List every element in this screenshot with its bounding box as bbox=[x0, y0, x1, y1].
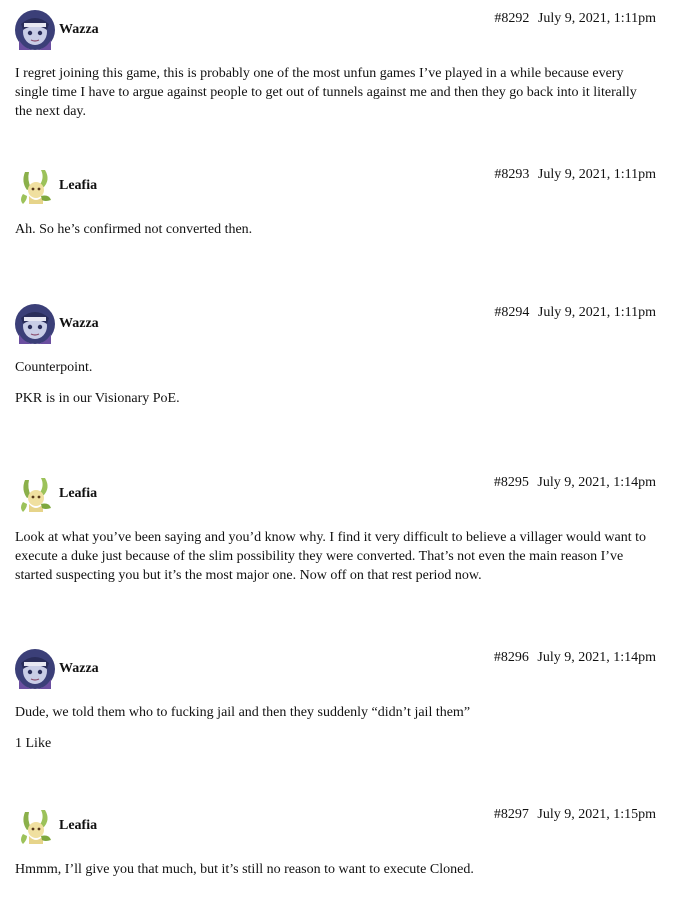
post-meta: #8292 July 9, 2021, 1:11pm bbox=[494, 10, 656, 28]
post-paragraph: PKR is in our Visionary PoE. bbox=[15, 391, 180, 406]
wazza-avatar[interactable] bbox=[15, 10, 55, 50]
leafia-avatar[interactable] bbox=[15, 474, 55, 514]
post-body: Look at what you’ve been saying and you’… bbox=[15, 528, 656, 597]
post-paragraph: I regret joining this game, this is prob… bbox=[15, 66, 637, 119]
post-username[interactable]: Leafia bbox=[59, 485, 97, 503]
like-count[interactable]: 1 Like bbox=[15, 734, 656, 753]
post-date: July 9, 2021, 1:15pm bbox=[537, 807, 656, 822]
post-number-link[interactable]: #8294 bbox=[494, 305, 529, 320]
post-date: July 9, 2021, 1:14pm bbox=[537, 650, 656, 665]
post-meta: #8294 July 9, 2021, 1:11pm bbox=[494, 304, 656, 322]
post-username[interactable]: Leafia bbox=[59, 177, 97, 195]
post-meta: #8295 July 9, 2021, 1:14pm bbox=[494, 474, 656, 492]
leafia-avatar[interactable] bbox=[15, 166, 55, 206]
post-username[interactable]: Wazza bbox=[59, 21, 99, 39]
post-date: July 9, 2021, 1:11pm bbox=[537, 11, 656, 26]
post-number-link[interactable]: #8297 bbox=[494, 807, 529, 822]
post-body: Hmmm, I’ll give you that much, but it’s … bbox=[15, 860, 656, 891]
wazza-avatar[interactable] bbox=[15, 304, 55, 344]
post-date: July 9, 2021, 1:11pm bbox=[537, 167, 656, 182]
post-username[interactable]: Wazza bbox=[59, 315, 99, 333]
post-username[interactable]: Leafia bbox=[59, 817, 97, 835]
post-paragraph: Counterpoint. bbox=[15, 360, 93, 375]
post-meta: #8293 July 9, 2021, 1:11pm bbox=[494, 166, 656, 184]
post-number-link[interactable]: #8295 bbox=[494, 475, 529, 490]
post-date: July 9, 2021, 1:11pm bbox=[537, 305, 656, 320]
post-username[interactable]: Wazza bbox=[59, 660, 99, 678]
post-body: Dude, we told them who to fucking jail a… bbox=[15, 703, 656, 753]
post-number-link[interactable]: #8292 bbox=[494, 11, 529, 26]
post-meta: #8296 July 9, 2021, 1:14pm bbox=[494, 649, 656, 667]
post-body: I regret joining this game, this is prob… bbox=[15, 64, 656, 133]
post-paragraph: Look at what you’ve been saying and you’… bbox=[15, 530, 647, 583]
post-paragraph: Dude, we told them who to fucking jail a… bbox=[15, 705, 471, 720]
post-paragraph: Ah. So he’s confirmed not converted then… bbox=[15, 222, 253, 237]
post-paragraph: Hmmm, I’ll give you that much, but it’s … bbox=[15, 862, 474, 877]
post-body: Counterpoint. PKR is in our Visionary Po… bbox=[15, 358, 656, 420]
post-body: Ah. So he’s confirmed not converted then… bbox=[15, 220, 656, 251]
post-number-link[interactable]: #8293 bbox=[494, 167, 529, 182]
post-date: July 9, 2021, 1:14pm bbox=[537, 475, 656, 490]
post-number-link[interactable]: #8296 bbox=[494, 650, 529, 665]
wazza-avatar[interactable] bbox=[15, 649, 55, 689]
post-meta: #8297 July 9, 2021, 1:15pm bbox=[494, 806, 656, 824]
leafia-avatar[interactable] bbox=[15, 806, 55, 846]
